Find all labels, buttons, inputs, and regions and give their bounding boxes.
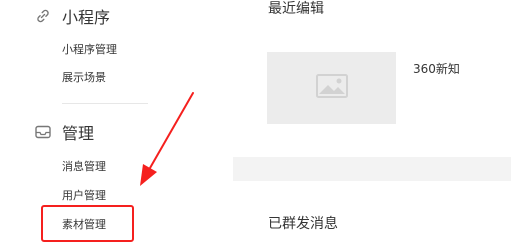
link-icon — [34, 7, 52, 25]
sidebar-divider — [62, 103, 148, 104]
article-thumbnail[interactable] — [267, 52, 396, 124]
sidebar-item-message-management[interactable]: 消息管理 — [62, 158, 106, 174]
sidebar-item-user-management[interactable]: 用户管理 — [62, 187, 106, 203]
inbox-icon — [34, 123, 52, 141]
highlight-box — [41, 205, 134, 242]
article-title[interactable]: 360新知 — [413, 60, 460, 77]
image-placeholder-icon — [315, 74, 348, 102]
sidebar: 小程序 小程序管理 展示场景 管理 消息管理 用户管理 素材管理 — [0, 0, 233, 252]
sidebar-item-display-scenes[interactable]: 展示场景 — [62, 69, 106, 85]
mass-sent-title: 已群发消息 — [268, 216, 338, 232]
sidebar-section-management[interactable]: 管理 — [34, 120, 94, 144]
sidebar-item-miniprogram-management[interactable]: 小程序管理 — [62, 41, 117, 57]
sidebar-section-miniprogram[interactable]: 小程序 — [34, 4, 110, 28]
sidebar-section-title: 管理 — [62, 124, 95, 143]
recent-edit-title: 最近编辑 — [268, 1, 324, 17]
sidebar-section-title: 小程序 — [62, 8, 111, 27]
